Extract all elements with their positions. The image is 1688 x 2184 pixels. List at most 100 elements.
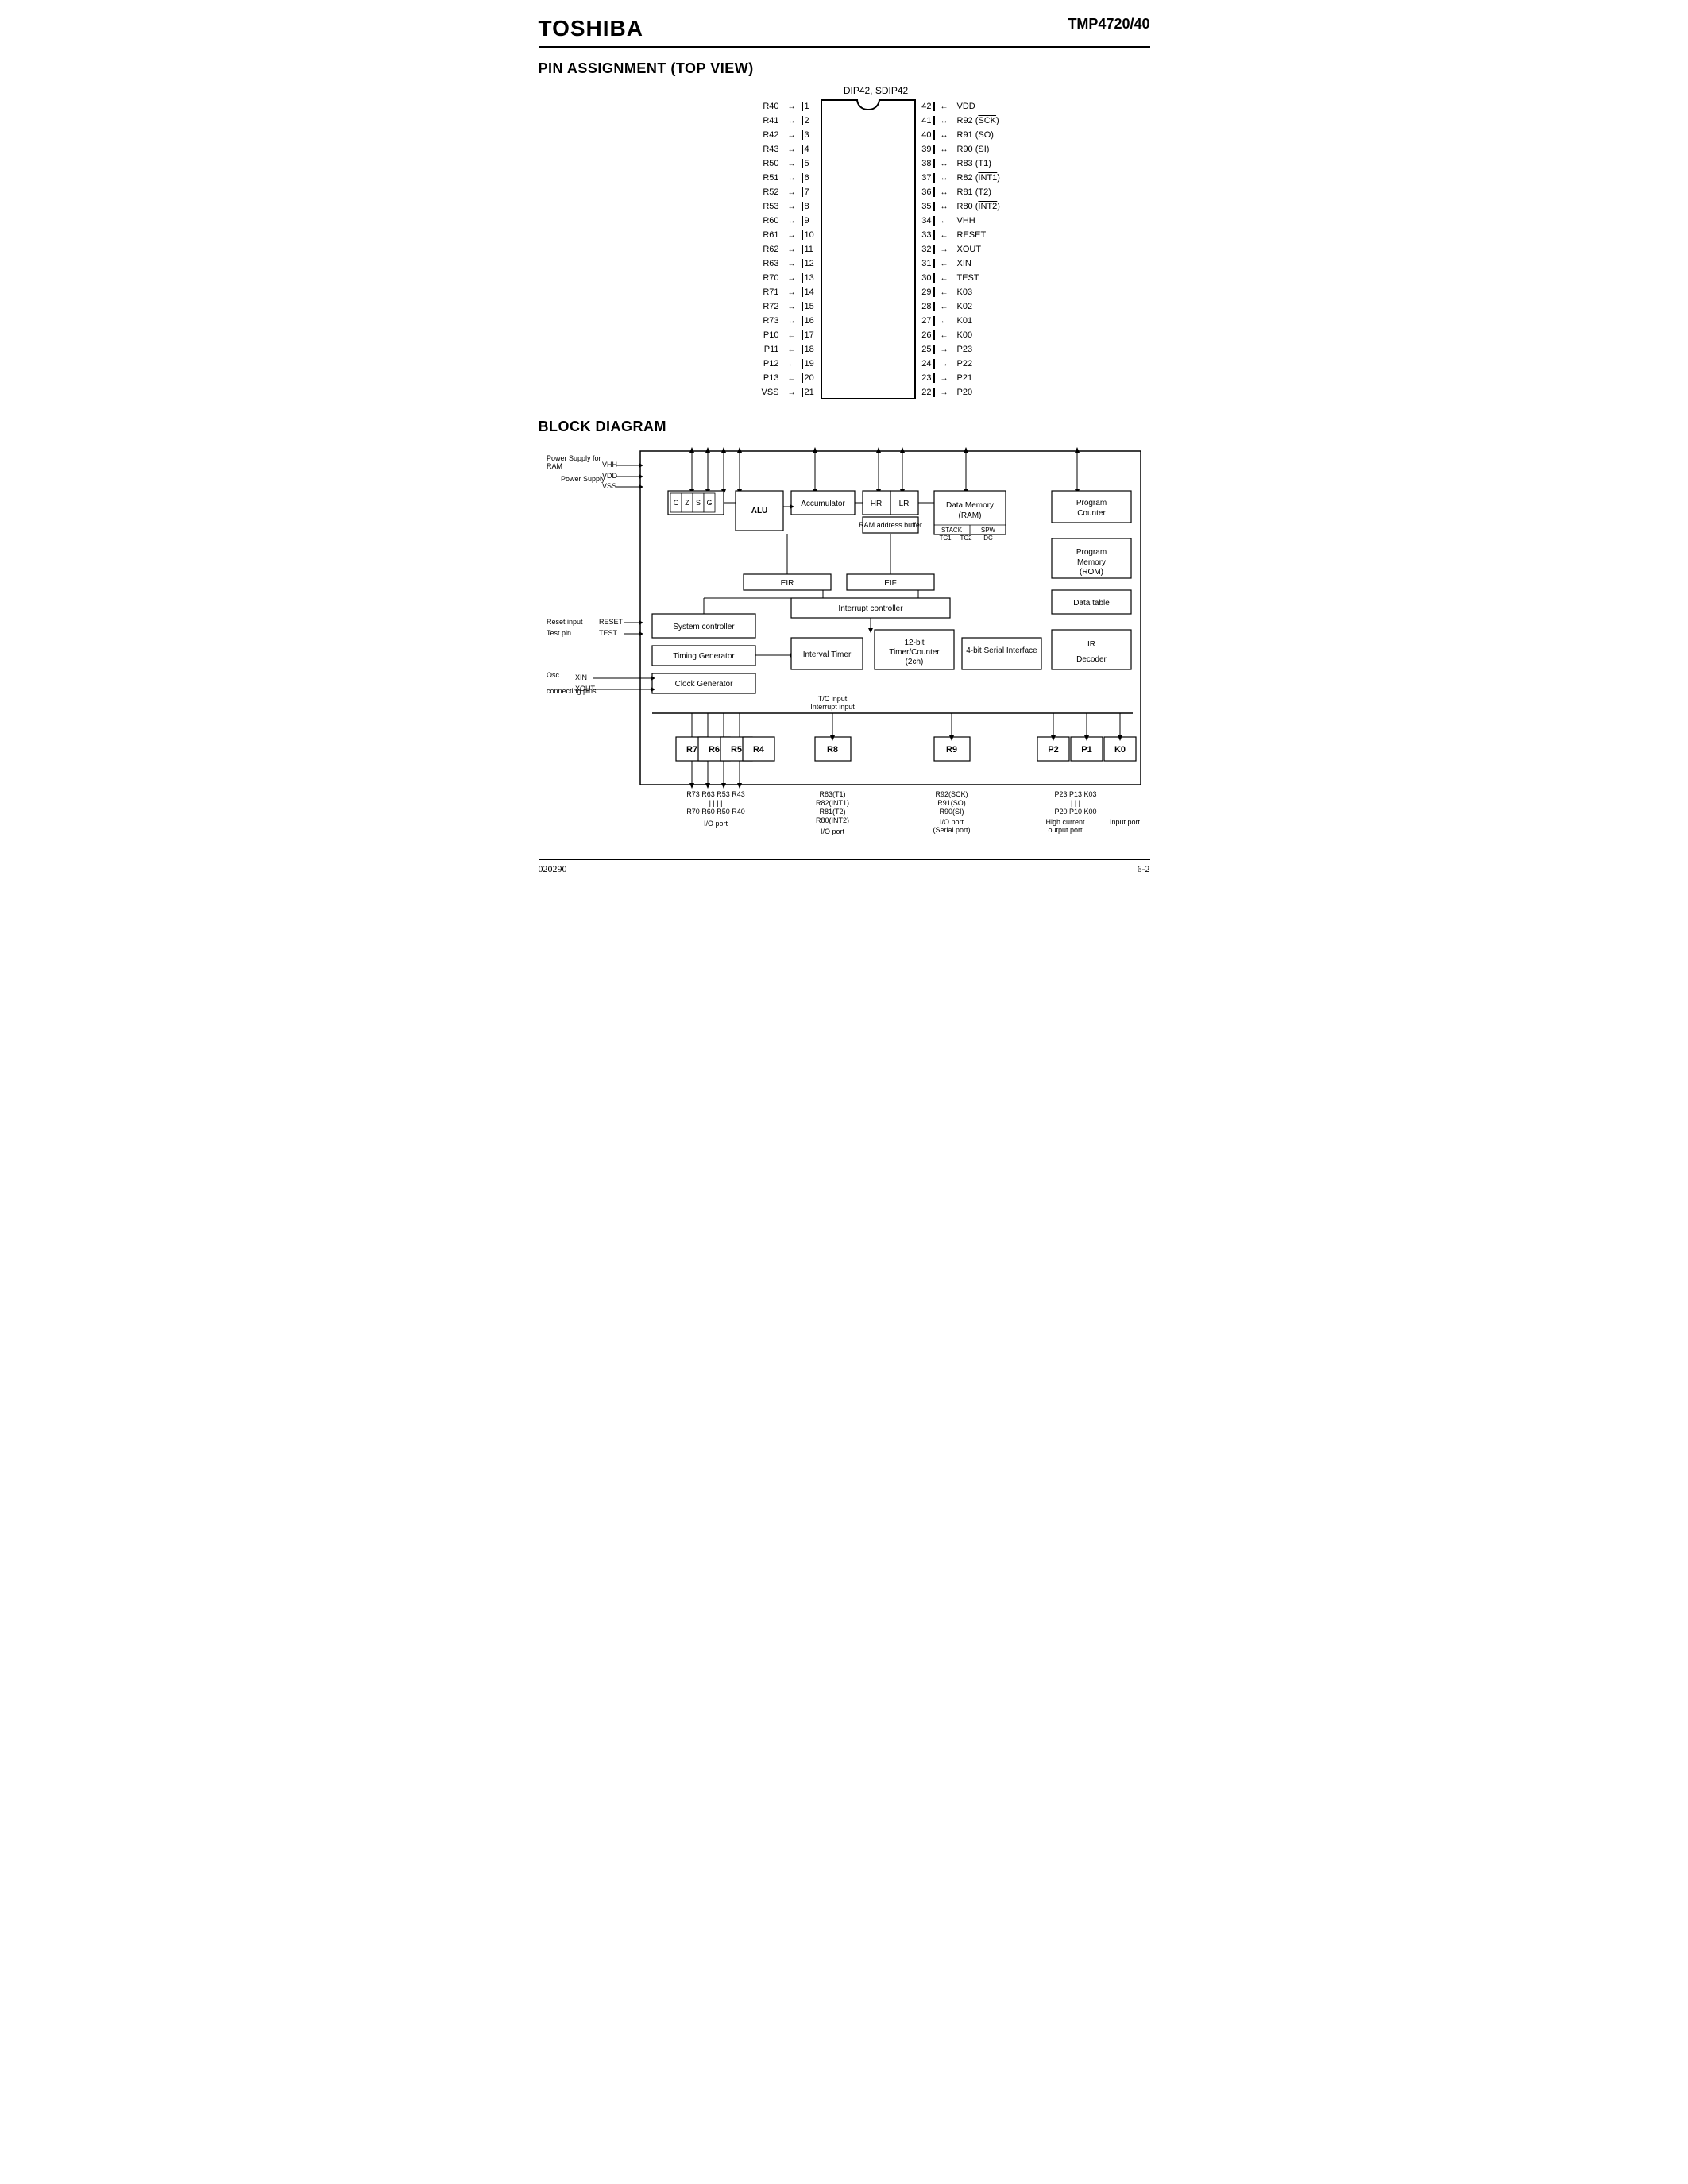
pin-row: R71↔14 (735, 285, 821, 299)
pin-row: 41↔R92 (SCK) (916, 114, 1018, 128)
svg-text:R5: R5 (730, 745, 741, 754)
svg-text:| | | |: | | | | (709, 799, 722, 807)
pin-row: P10←17 (735, 328, 821, 342)
pin-row: 34←VHH (916, 214, 1018, 228)
pin-row: R62↔11 (735, 242, 821, 257)
svg-text:EIF: EIF (884, 579, 897, 588)
svg-text:Data Memory: Data Memory (945, 501, 993, 510)
pin-row: 40↔R91 (SO) (916, 128, 1018, 142)
svg-text:R81(T2): R81(T2) (819, 808, 845, 816)
svg-text:R7: R7 (686, 745, 697, 754)
pin-row: VSS→21 (735, 385, 821, 399)
svg-text:Power Supply for: Power Supply for (547, 454, 601, 462)
doc-number: 020290 (539, 863, 567, 875)
svg-text:Program: Program (1076, 548, 1106, 557)
pin-row: R40↔1 (735, 99, 821, 114)
svg-text:R9: R9 (945, 745, 956, 754)
pin-row: R72↔15 (735, 299, 821, 314)
company-name: TOSHIBA (539, 16, 644, 41)
pin-row: R43↔4 (735, 142, 821, 156)
page-footer: 020290 6-2 (539, 859, 1150, 875)
page-header: TOSHIBA TMP4720/40 (539, 16, 1150, 48)
svg-text:output port: output port (1048, 826, 1083, 834)
pin-row: R51↔6 (735, 171, 821, 185)
pin-row: 27←K01 (916, 314, 1018, 328)
pin-row: 42←VDD (916, 99, 1018, 114)
svg-text:ALU: ALU (751, 507, 767, 515)
block-diagram-svg: Power Supply for RAM VHH Power Supply VD… (545, 443, 1149, 840)
svg-text:Program: Program (1076, 499, 1106, 507)
chip-body (821, 99, 916, 399)
svg-text:(2ch): (2ch) (905, 658, 923, 666)
svg-text:Z: Z (685, 499, 689, 507)
svg-text:C: C (673, 499, 678, 507)
svg-text:R4: R4 (752, 745, 764, 754)
svg-text:4-bit Serial Interface: 4-bit Serial Interface (966, 646, 1037, 655)
svg-text:Timer/Counter: Timer/Counter (889, 648, 940, 657)
svg-text:R91(SO): R91(SO) (937, 799, 966, 807)
svg-text:High current: High current (1045, 818, 1085, 826)
svg-text:(Serial port): (Serial port) (933, 826, 970, 834)
svg-text:TC2: TC2 (960, 534, 972, 542)
svg-text:K0: K0 (1114, 745, 1125, 754)
pin-row: 38↔R83 (T1) (916, 156, 1018, 171)
svg-text:Osc: Osc (547, 671, 560, 679)
svg-text:G: G (706, 499, 712, 507)
svg-text:Power Supply: Power Supply (561, 475, 605, 483)
svg-text:Interrupt controller: Interrupt controller (838, 604, 903, 613)
pin-assignment-title: PIN ASSIGNMENT (TOP VIEW) (539, 60, 1150, 77)
svg-text:IR: IR (1087, 640, 1095, 649)
pin-row: R42↔3 (735, 128, 821, 142)
svg-text:DC: DC (983, 534, 993, 542)
pin-row: 35↔R80 (INT2) (916, 199, 1018, 214)
svg-text:VSS: VSS (602, 482, 616, 490)
svg-text:Interrupt input: Interrupt input (810, 703, 855, 711)
svg-text:SPW: SPW (980, 527, 995, 534)
svg-text:12-bit: 12-bit (904, 639, 924, 647)
pin-row: 26←K00 (916, 328, 1018, 342)
svg-text:I/O port: I/O port (939, 818, 964, 826)
svg-text:Decoder: Decoder (1076, 655, 1107, 664)
svg-text:P23 P13 K03: P23 P13 K03 (1054, 790, 1096, 798)
pin-diagram: DIP42, SDIP42 R40↔1 R41↔2 R42↔3 R43↔4 R5… (602, 85, 1150, 399)
pin-row: 24→P22 (916, 357, 1018, 371)
pin-row: R70↔13 (735, 271, 821, 285)
svg-text:RAM: RAM (547, 462, 562, 470)
svg-text:Input port: Input port (1109, 818, 1140, 826)
svg-text:R73 R63 R53 R43: R73 R63 R53 R43 (686, 790, 745, 798)
block-diagram-section: BLOCK DIAGRAM Power Supply for RAM VHH P… (539, 419, 1150, 843)
pin-row: 22→P20 (916, 385, 1018, 399)
svg-text:P1: P1 (1081, 745, 1091, 754)
pin-row: 36↔R81 (T2) (916, 185, 1018, 199)
svg-text:Memory: Memory (1076, 558, 1105, 567)
svg-text:VDD: VDD (602, 472, 618, 480)
svg-text:R82(INT1): R82(INT1) (815, 799, 848, 807)
svg-text:System controller: System controller (673, 623, 735, 631)
svg-text:RAM address buffer: RAM address buffer (859, 521, 922, 529)
svg-text:Test pin: Test pin (547, 629, 571, 637)
chip-area: R40↔1 R41↔2 R42↔3 R43↔4 R50↔5 R51↔6 R52↔… (735, 99, 1018, 399)
pin-row: R63↔12 (735, 257, 821, 271)
left-pins: R40↔1 R41↔2 R42↔3 R43↔4 R50↔5 R51↔6 R52↔… (735, 99, 821, 399)
pin-row: 29←K03 (916, 285, 1018, 299)
pin-row: R73↔16 (735, 314, 821, 328)
block-diagram-title: BLOCK DIAGRAM (539, 419, 1150, 435)
block-diagram-wrapper: Power Supply for RAM VHH Power Supply VD… (545, 443, 1150, 843)
svg-text:TEST: TEST (599, 629, 618, 637)
svg-text:Timing Generator: Timing Generator (673, 652, 735, 661)
pin-row: R61↔10 (735, 228, 821, 242)
page-number: 6-2 (1138, 863, 1150, 875)
pin-row: 33←RESET (916, 228, 1018, 242)
svg-text:EIR: EIR (780, 579, 794, 588)
pin-row: P11←18 (735, 342, 821, 357)
svg-text:P20 P10 K00: P20 P10 K00 (1054, 808, 1096, 816)
pin-row: P12←19 (735, 357, 821, 371)
svg-text:Interval Timer: Interval Timer (802, 650, 851, 659)
svg-text:R80(INT2): R80(INT2) (815, 816, 848, 824)
svg-text:VHH: VHH (602, 461, 617, 469)
package-label: DIP42, SDIP42 (844, 85, 908, 96)
svg-text:I/O port: I/O port (820, 828, 844, 835)
pin-row: 32→XOUT (916, 242, 1018, 257)
pin-row: 31←XIN (916, 257, 1018, 271)
svg-text:R70 R60 R50 R40: R70 R60 R50 R40 (686, 808, 745, 816)
